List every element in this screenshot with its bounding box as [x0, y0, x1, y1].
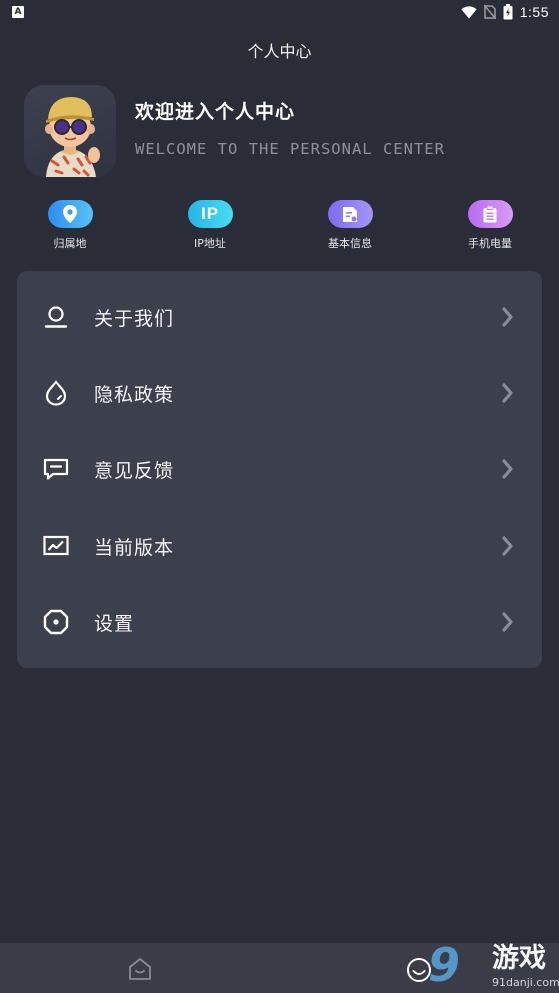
- profile-header: 欢迎进入个人中心 WELCOME TO THE PERSONAL CENTER: [24, 85, 445, 177]
- quick-action-basic-info[interactable]: 基本信息: [310, 200, 390, 251]
- chevron-right-icon: [502, 307, 513, 327]
- quick-action-label: IP地址: [194, 237, 226, 250]
- clipboard-icon: [467, 200, 513, 228]
- quick-actions: 归属地 IP IP地址 基本信息 手机电量: [0, 200, 559, 256]
- feedback-icon: [43, 456, 69, 482]
- watermark-mark: 9: [428, 938, 461, 992]
- ip-icon: IP: [187, 200, 233, 228]
- watermark-domain: 91danji.com: [492, 976, 559, 989]
- menu-item-settings[interactable]: 设置: [17, 584, 542, 660]
- quick-action-label: 归属地: [53, 237, 87, 250]
- info-card-icon: [327, 200, 373, 228]
- menu-label: 关于我们: [94, 307, 175, 330]
- quick-action-location[interactable]: 归属地: [30, 200, 110, 251]
- privacy-drop-icon: [43, 380, 69, 406]
- version-chart-icon: [43, 533, 69, 559]
- chevron-right-icon: [502, 383, 513, 403]
- menu-label: 意见反馈: [94, 459, 175, 482]
- quick-action-label: 手机电量: [468, 237, 512, 250]
- battery-icon: [503, 4, 513, 20]
- profile-text: 欢迎进入个人中心 WELCOME TO THE PERSONAL CENTER: [135, 101, 445, 158]
- menu-item-current-version[interactable]: 当前版本: [17, 508, 542, 584]
- status-bar: A 1:55: [0, 0, 559, 24]
- quick-action-battery[interactable]: 手机电量: [450, 200, 530, 251]
- quick-action-label: 基本信息: [328, 237, 372, 250]
- welcome-title: 欢迎进入个人中心: [135, 100, 296, 123]
- menu-label: 隐私政策: [94, 383, 175, 406]
- status-icons: 1:55: [461, 4, 549, 20]
- quick-action-ip[interactable]: IP IP地址: [170, 200, 250, 251]
- menu-item-privacy-policy[interactable]: 隐私政策: [17, 355, 542, 431]
- clock: 1:55: [519, 4, 549, 20]
- chevron-right-icon: [502, 459, 513, 479]
- avatar[interactable]: [24, 85, 116, 177]
- wifi-icon: [461, 5, 477, 19]
- menu-card: 关于我们 隐私政策 意见反馈 当前版本 设置: [17, 271, 542, 668]
- chevron-right-icon: [502, 536, 513, 556]
- cartoon-avatar-icon: [45, 97, 100, 177]
- no-sim-icon: [483, 5, 496, 19]
- notification-icon: A: [12, 6, 24, 18]
- menu-label: 当前版本: [94, 536, 175, 559]
- watermark-logo: 9 游戏 91danji.com: [428, 940, 559, 993]
- menu-item-about-us[interactable]: 关于我们: [17, 279, 542, 355]
- welcome-subtitle: WELCOME TO THE PERSONAL CENTER: [135, 139, 445, 158]
- user-icon: [43, 304, 69, 330]
- settings-icon: [43, 609, 69, 635]
- location-pin-icon: [47, 200, 93, 228]
- watermark-text: 游戏: [492, 943, 546, 974]
- home-icon[interactable]: [127, 956, 153, 982]
- chevron-right-icon: [502, 612, 513, 632]
- page-title: 个人中心: [247, 42, 312, 61]
- menu-item-feedback[interactable]: 意见反馈: [17, 431, 542, 507]
- menu-label: 设置: [94, 612, 135, 635]
